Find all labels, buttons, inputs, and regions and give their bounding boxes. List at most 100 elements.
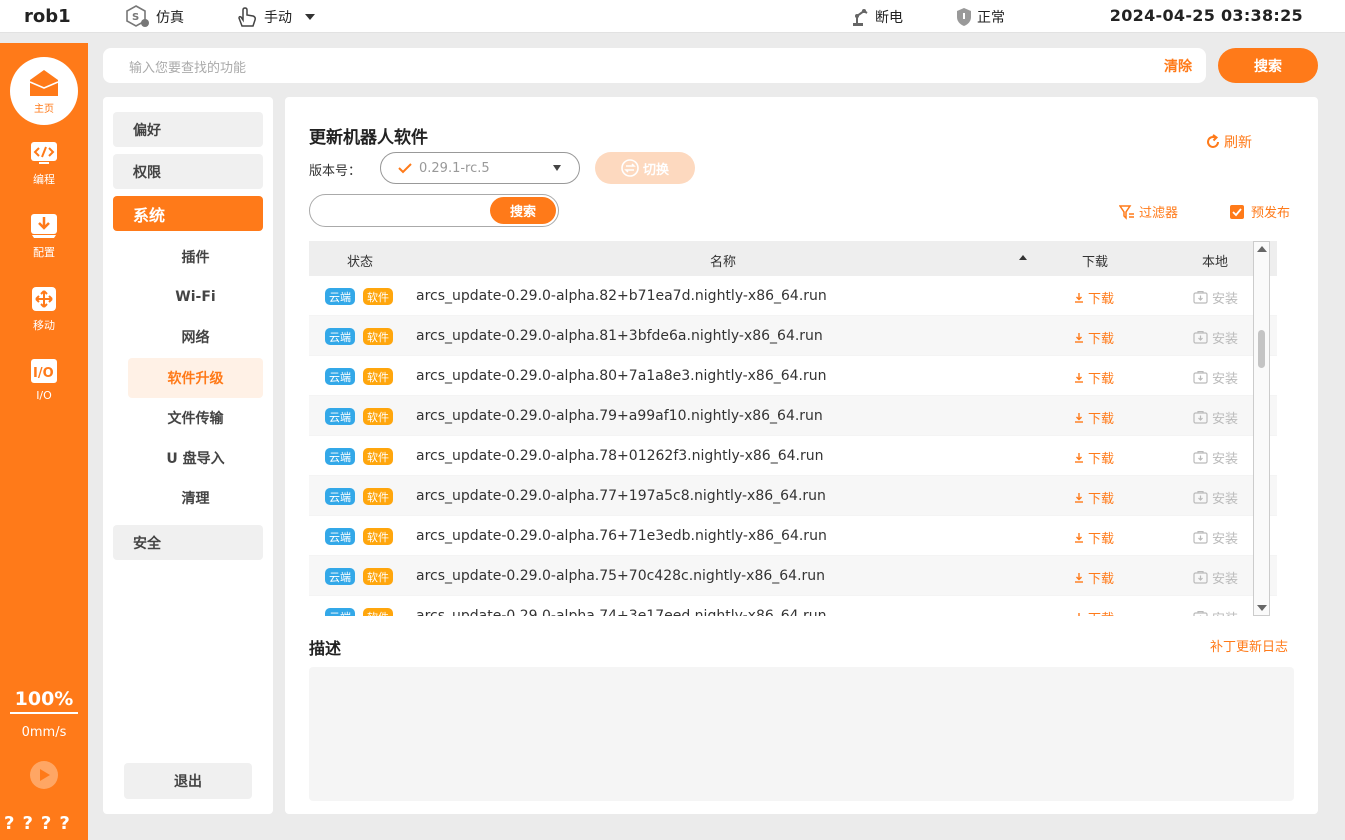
- filter-button[interactable]: 过滤器: [1119, 202, 1178, 221]
- category-preferences[interactable]: 偏好: [113, 112, 263, 147]
- speed-percentage[interactable]: 100%: [10, 688, 78, 714]
- refresh-button[interactable]: 刷新: [1205, 132, 1252, 152]
- logout-button[interactable]: 退出: [124, 763, 252, 799]
- download-button[interactable]: 下载: [1075, 328, 1114, 347]
- sidebar-item-cleanup[interactable]: 清理: [128, 478, 263, 518]
- svg-text:I/O: I/O: [33, 366, 54, 381]
- category-system[interactable]: 系统: [113, 196, 263, 231]
- simulation-mode[interactable]: S 仿真: [126, 4, 184, 29]
- robot-name[interactable]: rob1: [24, 6, 71, 27]
- table-row[interactable]: 云端 软件 arcs_update-0.29.0-alpha.81+3bfde6a.…: [309, 316, 1277, 356]
- nav-programming[interactable]: 编程: [0, 139, 88, 187]
- category-permissions[interactable]: 权限: [113, 154, 263, 189]
- move-icon: [29, 285, 59, 313]
- software-tag: 软件: [363, 408, 393, 425]
- chevron-down-icon: [553, 165, 561, 171]
- prerelease-checkbox[interactable]: 预发布: [1230, 202, 1290, 221]
- table-row[interactable]: 云端软件 arcs_update-0.29.0-alpha.74+3e17eed.…: [309, 596, 1277, 616]
- version-select[interactable]: 0.29.1-rc.5: [380, 152, 580, 184]
- sidebar-item-usb-import[interactable]: U 盘导入: [128, 438, 263, 478]
- download-button[interactable]: 下载: [1075, 528, 1114, 547]
- function-search-input[interactable]: 输入您要查找的功能: [129, 57, 246, 76]
- shield-icon: [957, 7, 971, 26]
- function-search-bar[interactable]: 输入您要查找的功能 清除: [103, 48, 1206, 83]
- switch-button[interactable]: 切换: [595, 152, 695, 184]
- download-config-icon: [29, 212, 59, 240]
- download-button[interactable]: 下载: [1075, 368, 1114, 387]
- download-button[interactable]: 下载: [1075, 288, 1114, 307]
- install-button[interactable]: 安装: [1193, 448, 1238, 467]
- home-button[interactable]: 主页: [10, 57, 78, 125]
- download-button[interactable]: 下载: [1075, 568, 1114, 587]
- download-icon: [1075, 412, 1083, 423]
- download-button[interactable]: 下载: [1075, 488, 1114, 507]
- scroll-down-arrow-icon[interactable]: [1257, 605, 1267, 611]
- category-safety[interactable]: 安全: [113, 525, 263, 560]
- version-label: 版本号：: [309, 164, 362, 179]
- install-button[interactable]: 安装: [1193, 608, 1238, 616]
- sidebar-item-wifi[interactable]: Wi-Fi: [128, 277, 263, 317]
- download-button[interactable]: 下载: [1075, 408, 1114, 427]
- install-button[interactable]: 安装: [1193, 488, 1238, 507]
- table-row[interactable]: 云端 软件 arcs_update-0.29.0-alpha.77+197a5c8.…: [309, 476, 1277, 516]
- install-label: 安装: [1212, 492, 1239, 507]
- play-button[interactable]: [30, 761, 58, 789]
- simulation-label: 仿真: [156, 9, 184, 26]
- download-label: 下载: [1088, 332, 1115, 347]
- nav-move[interactable]: 移动: [0, 285, 88, 333]
- table-row[interactable]: 云端 软件 arcs_update-0.29.0-alpha.79+a99af10.…: [309, 396, 1277, 436]
- nav-config[interactable]: 配置: [0, 212, 88, 260]
- install-label: 安装: [1212, 572, 1239, 587]
- software-tag: 软件: [363, 448, 393, 465]
- download-icon: [1078, 612, 1080, 616]
- safety-status[interactable]: 正常: [955, 4, 1005, 29]
- sort-ascending-icon[interactable]: [1019, 255, 1027, 260]
- sidebar-item-software-update[interactable]: 软件升级: [128, 358, 263, 398]
- column-name[interactable]: 名称: [710, 251, 736, 270]
- sidebar-item-plugins[interactable]: 插件: [128, 237, 263, 277]
- clear-button[interactable]: 清除: [1164, 56, 1192, 76]
- software-tag: 软件: [363, 608, 393, 616]
- table-row[interactable]: 云端 软件 arcs_update-0.29.0-alpha.75+70c428c.…: [309, 556, 1277, 596]
- table-scrollbar[interactable]: [1253, 241, 1270, 616]
- install-icon: [1193, 531, 1208, 544]
- install-icon: [1193, 411, 1208, 424]
- manual-mode-dropdown[interactable]: 手动: [236, 4, 324, 29]
- file-name: arcs_update-0.29.0-alpha.74+3e17eed.nigh…: [416, 608, 827, 616]
- table-row[interactable]: 云端 软件 arcs_update-0.29.0-alpha.78+01262f3.…: [309, 436, 1277, 476]
- download-icon: [1075, 452, 1083, 463]
- file-search-button[interactable]: 搜索: [490, 197, 556, 224]
- file-name: arcs_update-0.29.0-alpha.80+7a1a8e3.nigh…: [416, 368, 827, 384]
- sidebar-item-network[interactable]: 网络: [128, 317, 263, 357]
- table-row[interactable]: 云端 软件 arcs_update-0.29.0-alpha.82+b71ea7d.…: [309, 276, 1277, 316]
- install-button[interactable]: 安装: [1193, 328, 1238, 347]
- file-search-input[interactable]: 搜索: [309, 194, 559, 227]
- svg-text:S: S: [132, 12, 139, 23]
- simulation-icon: S: [126, 4, 149, 27]
- table-row[interactable]: 云端 软件 arcs_update-0.29.0-alpha.80+7a1a8e3.…: [309, 356, 1277, 396]
- install-button[interactable]: 安装: [1193, 288, 1238, 307]
- nav-io-label: I/O: [36, 389, 52, 402]
- nav-programming-label: 编程: [33, 173, 55, 186]
- scroll-up-arrow-icon[interactable]: [1257, 246, 1267, 252]
- top-bar: rob1 S 仿真 手动 断电 正常 2024-04-25 03:38:25: [0, 0, 1345, 33]
- download-button[interactable]: 下载: [1075, 448, 1114, 467]
- cloud-tag: 云端: [325, 488, 355, 505]
- download-button[interactable]: 下载: [1075, 608, 1114, 616]
- patch-log-link[interactable]: 补丁更新日志: [1210, 636, 1288, 655]
- home-icon: [29, 69, 59, 96]
- nav-io[interactable]: I/O I/O: [0, 357, 88, 402]
- install-button[interactable]: 安装: [1193, 368, 1238, 387]
- power-status[interactable]: 断电: [851, 4, 903, 29]
- install-icon: [1193, 331, 1208, 344]
- software-tag: 软件: [363, 288, 393, 305]
- install-button[interactable]: 安装: [1193, 408, 1238, 427]
- table-row[interactable]: 云端 软件 arcs_update-0.29.0-alpha.76+71e3edb.…: [309, 516, 1277, 556]
- install-button[interactable]: 安装: [1193, 568, 1238, 587]
- cloud-tag: 云端: [325, 448, 355, 465]
- scroll-thumb[interactable]: [1258, 330, 1265, 368]
- search-button[interactable]: 搜索: [1218, 48, 1318, 83]
- refresh-label: 刷新: [1224, 135, 1252, 151]
- install-button[interactable]: 安装: [1193, 528, 1238, 547]
- sidebar-item-file-transfer[interactable]: 文件传输: [128, 398, 263, 438]
